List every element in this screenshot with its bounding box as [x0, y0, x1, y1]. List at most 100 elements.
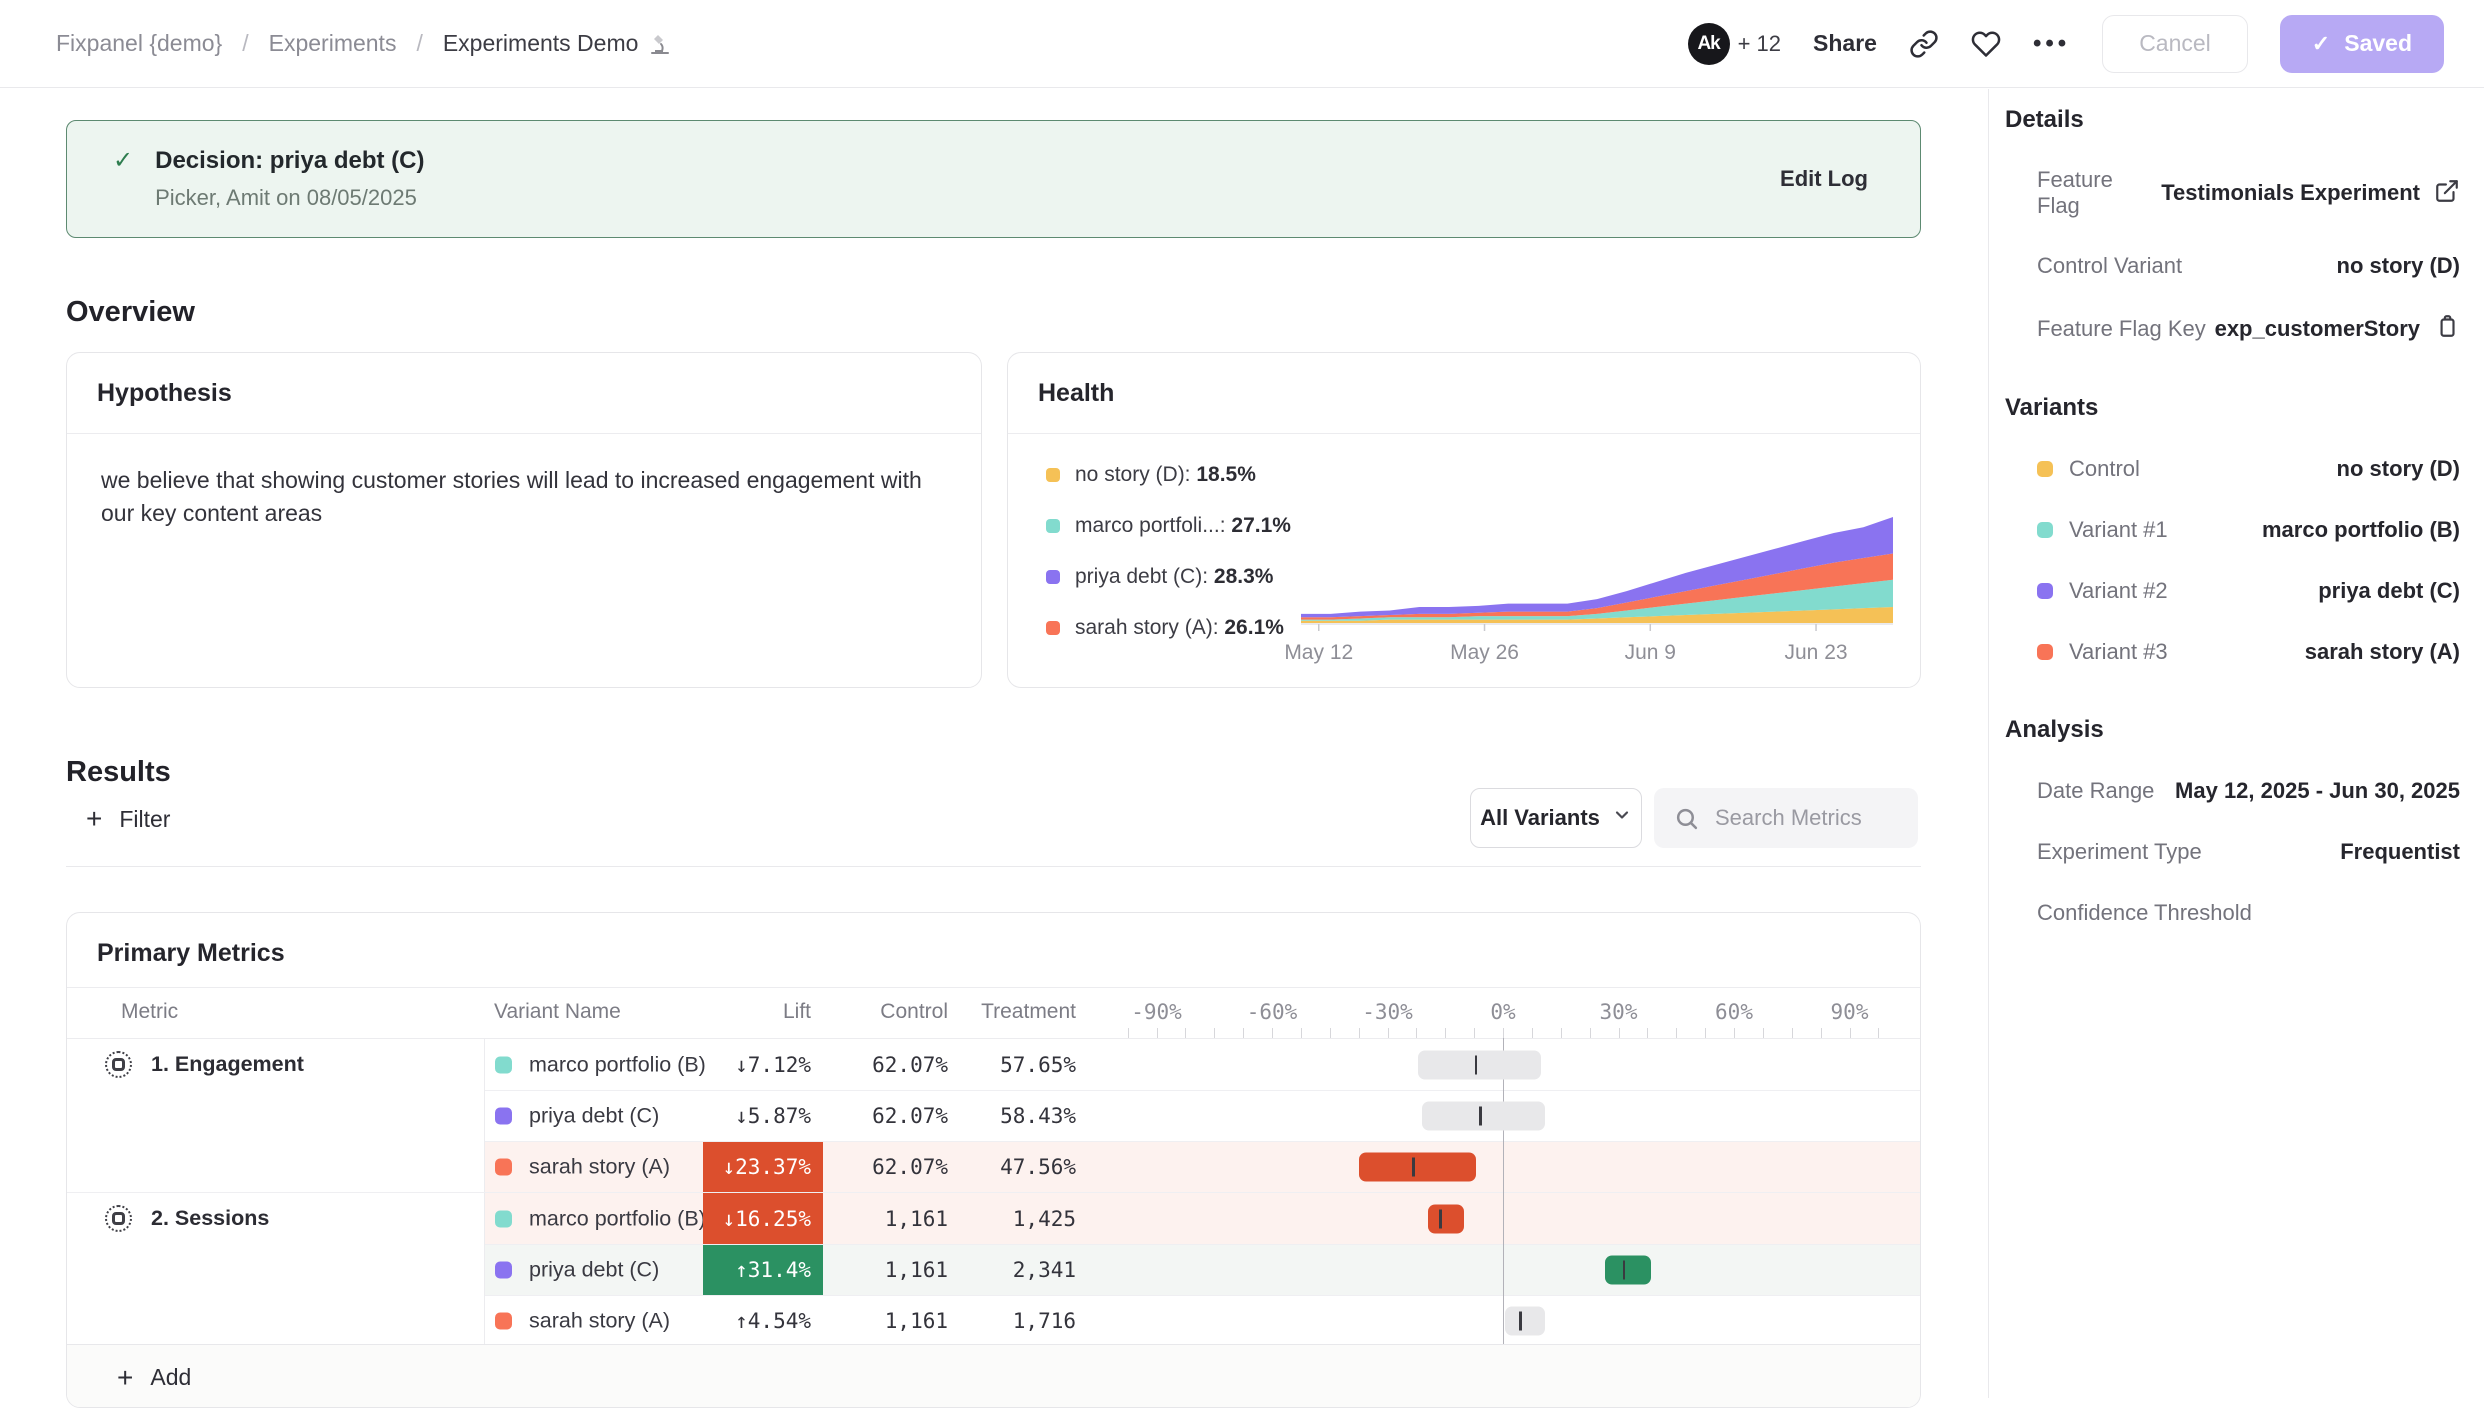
table-row[interactable]: sarah story (A) ↑4.54% 1,161 1,716: [67, 1295, 1921, 1346]
axis-ruler-tick: [1590, 1028, 1591, 1038]
axis-ruler-tick: [1763, 1028, 1764, 1038]
sidebar-row: Date Range May 12, 2025 - Jun 30, 2025: [2005, 777, 2460, 805]
x-axis-tick-label: May 12: [1284, 641, 1353, 665]
avatar-extra-count[interactable]: + 12: [1738, 31, 1781, 57]
metric-target-icon: [105, 1205, 132, 1232]
axis-ruler-tick: [1561, 1028, 1562, 1038]
breadcrumb-experiments[interactable]: Experiments: [269, 30, 397, 57]
metric-cell[interactable]: 2. Sessions: [67, 1193, 485, 1244]
add-filter-button[interactable]: + Filter: [86, 790, 170, 848]
sidebar-row-label: Feature Flag: [2037, 167, 2161, 219]
external-link-icon[interactable]: [2434, 178, 2460, 209]
table-row[interactable]: priya debt (C) ↓5.87% 62.07% 58.43%: [67, 1090, 1921, 1141]
sidebar-row: Variant #3 sarah story (A): [2005, 638, 2460, 666]
sidebar-row-value: no story (D): [2337, 456, 2460, 482]
avatar[interactable]: Ak: [1688, 23, 1730, 65]
health-area-chart: [1301, 511, 1893, 633]
lift-value: ↓5.87%: [661, 1091, 823, 1141]
x-axis-tick-label: Jun 9: [1625, 641, 1676, 665]
sidebar-row: Experiment Type Frequentist: [2005, 838, 2460, 866]
hypothesis-title: Hypothesis: [67, 353, 981, 434]
axis-ruler-tick: [1503, 1028, 1504, 1038]
saved-button[interactable]: ✓ Saved: [2280, 15, 2444, 73]
breadcrumb: Fixpanel {demo} / Experiments / Experime…: [56, 30, 672, 57]
variant-color-chip: [2037, 583, 2053, 599]
metric-cell[interactable]: [67, 1090, 485, 1141]
treatment-value: 57.65%: [956, 1039, 1076, 1090]
confidence-interval-bar: [1428, 1204, 1465, 1233]
topbar-actions: Ak + 12 Share ••• Cancel ✓ Saved: [1688, 15, 2444, 73]
axis-percent-label: 60%: [1715, 1000, 1753, 1024]
table-row[interactable]: priya debt (C) ↑31.4% 1,161 2,341: [67, 1244, 1921, 1295]
share-button[interactable]: Share: [1813, 30, 1877, 57]
axis-ruler-tick: [1850, 1028, 1851, 1038]
legend-label: marco portfoli...:: [1075, 514, 1231, 537]
edit-log-button[interactable]: Edit Log: [1780, 166, 1868, 192]
sidebar-row-label: Variant #1: [2069, 517, 2168, 543]
copy-icon[interactable]: [2434, 313, 2460, 344]
control-value: 1,161: [828, 1296, 948, 1346]
axis-ruler-tick: [1185, 1028, 1186, 1038]
variant-color-chip: [495, 1313, 512, 1330]
axis-ruler-tick: [1821, 1028, 1822, 1038]
axis-ruler-tick: [1647, 1028, 1648, 1038]
cancel-button[interactable]: Cancel: [2102, 15, 2248, 73]
lift-value: ↓7.12%: [661, 1039, 823, 1090]
sidebar-row-label: Control: [2069, 456, 2140, 482]
variant-color-chip: [495, 1262, 512, 1279]
axis-percent-label: -60%: [1247, 1000, 1298, 1024]
variant-color-chip: [495, 1159, 512, 1176]
axis-ruler-tick: [1388, 1028, 1389, 1038]
axis-ruler-tick: [1532, 1028, 1533, 1038]
treatment-value: 58.43%: [956, 1091, 1076, 1141]
check-icon: ✓: [2312, 31, 2330, 57]
sidebar-row-label: Confidence Threshold: [2037, 900, 2252, 926]
table-row[interactable]: 1. Engagement marco portfolio (B) ↓7.12%…: [67, 1039, 1921, 1090]
control-value: 62.07%: [828, 1142, 948, 1192]
all-variants-dropdown[interactable]: All Variants: [1470, 788, 1642, 848]
table-row[interactable]: 2. Sessions marco portfolio (B) ↓16.25% …: [67, 1192, 1921, 1244]
link-icon[interactable]: [1909, 29, 1939, 59]
search-icon: [1674, 806, 1699, 831]
sidebar-row-label: Experiment Type: [2037, 839, 2202, 865]
table-row[interactable]: sarah story (A) ↓23.37% 62.07% 47.56%: [67, 1141, 1921, 1192]
lift-marker: [1623, 1261, 1626, 1280]
sidebar-row-label: Control Variant: [2037, 253, 2182, 279]
breadcrumb-current: Experiments Demo: [443, 30, 673, 57]
variant-color-chip: [495, 1210, 512, 1227]
breadcrumb-project[interactable]: Fixpanel {demo}: [56, 30, 222, 57]
legend-item: no story (D): 18.5%: [1046, 463, 1291, 487]
add-metric-button[interactable]: + Add: [67, 1344, 1920, 1408]
more-options-icon[interactable]: •••: [2033, 30, 2070, 58]
variant-name: priya debt (C): [529, 1258, 659, 1283]
lift-value: ↑4.54%: [661, 1296, 823, 1346]
sidebar-row: Control Variant no story (D): [2005, 252, 2460, 280]
health-chart-x-labels: May 12May 26Jun 9Jun 23: [1301, 641, 1893, 667]
metric-cell[interactable]: [67, 1244, 485, 1295]
lift-marker: [1475, 1055, 1478, 1074]
col-header-control: Control: [828, 1000, 948, 1024]
search-metrics-input[interactable]: [1713, 804, 1907, 832]
legend-value: 28.3%: [1214, 565, 1274, 588]
metric-cell[interactable]: [67, 1295, 485, 1346]
legend-color-swatch: [1046, 621, 1060, 635]
avatar-group[interactable]: Ak + 12: [1688, 23, 1781, 65]
metric-cell[interactable]: 1. Engagement: [67, 1039, 485, 1090]
plus-icon: +: [86, 805, 102, 833]
page-title: Experiments Demo: [443, 30, 639, 57]
lift-marker: [1519, 1312, 1522, 1331]
decision-subtitle: Picker, Amit on 08/05/2025: [155, 185, 424, 211]
metric-cell[interactable]: [67, 1141, 485, 1192]
analysis-heading: Analysis: [2005, 716, 2460, 744]
favorite-heart-icon[interactable]: [1971, 29, 2001, 59]
sidebar-row: Feature Flag Testimonials Experiment: [2005, 167, 2460, 219]
overview-heading: Overview: [66, 296, 195, 329]
variant-name: sarah story (A): [529, 1155, 670, 1180]
lift-marker: [1439, 1209, 1442, 1228]
axis-ruler-tick: [1705, 1028, 1706, 1038]
legend-color-swatch: [1046, 519, 1060, 533]
table-header: Metric Variant Name Lift Control Treatme…: [67, 987, 1920, 1038]
search-metrics-box[interactable]: [1654, 788, 1918, 848]
sidebar-row-value: Testimonials Experiment: [2161, 180, 2420, 206]
metric-name: 2. Sessions: [151, 1206, 269, 1231]
